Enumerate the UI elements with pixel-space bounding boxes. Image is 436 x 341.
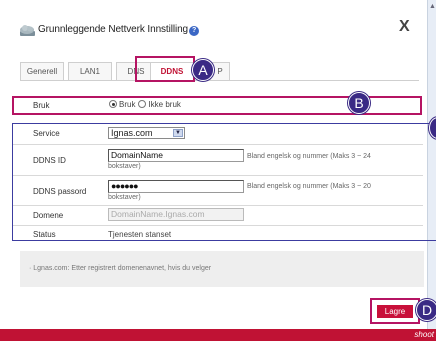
service-label: Service	[33, 129, 60, 138]
row-divider	[13, 144, 423, 145]
close-icon[interactable]: X	[399, 18, 410, 36]
callout-b: B	[348, 92, 370, 114]
row-divider	[13, 205, 423, 206]
radio-ikke-bruk[interactable]	[138, 100, 147, 108]
ddns-password-hint-cont: bokstaver)	[108, 194, 141, 201]
callout-a: A	[192, 59, 214, 81]
radio-bruk[interactable]	[109, 100, 117, 108]
save-button[interactable]: Lagre	[377, 305, 413, 318]
help-icon[interactable]: ?	[189, 26, 200, 36]
ddns-password-input[interactable]: ●●●●●●	[108, 180, 244, 193]
tab-lan1[interactable]: LAN1	[68, 62, 112, 81]
info-text: · Lgnas.com: Etter registrert domenenavn…	[29, 265, 212, 272]
status-value: Tjenesten stanset	[108, 230, 172, 239]
ddns-id-input[interactable]: DomainName	[108, 149, 244, 162]
row-divider	[13, 175, 423, 176]
brand-text: shoot	[414, 330, 434, 339]
tab-generell[interactable]: Generell	[20, 62, 64, 81]
scroll-up-icon[interactable]: ▲	[429, 3, 436, 10]
ddns-password-hint: Bland engelsk og nummer (Maks 3 ~ 20	[247, 183, 371, 190]
ddns-password-label: DDNS passord	[33, 187, 87, 196]
network-cloud-icon	[20, 25, 35, 36]
ddns-id-hint-cont: bokstaver)	[108, 163, 141, 170]
status-label: Status	[33, 230, 56, 239]
info-box: · Lgnas.com: Etter registrert domenenavn…	[20, 251, 424, 287]
domene-input[interactable]: DomainName.Ignas.com	[108, 208, 244, 221]
ddns-id-hint: Bland engelsk og nummer (Maks 3 ~ 24	[247, 153, 371, 160]
callout-d: D	[416, 299, 436, 321]
domene-label: Domene	[33, 211, 64, 220]
radio-bruk-label: Bruk	[119, 100, 136, 109]
ddns-id-label: DDNS ID	[33, 156, 66, 165]
service-select-value: Ignas.com	[111, 128, 153, 138]
radio-ikke-bruk-label: Ikke bruk	[148, 100, 181, 109]
bottom-brand-bar: shoot	[0, 329, 436, 341]
bruk-radio-group: Bruk Ikke bruk	[109, 100, 184, 109]
highlight-frame-a	[135, 56, 195, 82]
service-select[interactable]: Ignas.com ▼	[108, 127, 185, 139]
dialog-title: Grunnleggende Nettverk Innstilling?	[38, 24, 200, 36]
bruk-label: Bruk	[33, 101, 50, 110]
chevron-down-icon[interactable]: ▼	[173, 129, 183, 137]
row-divider	[13, 225, 423, 226]
dialog-title-text: Grunnleggende Nettverk Innstilling	[38, 24, 189, 35]
